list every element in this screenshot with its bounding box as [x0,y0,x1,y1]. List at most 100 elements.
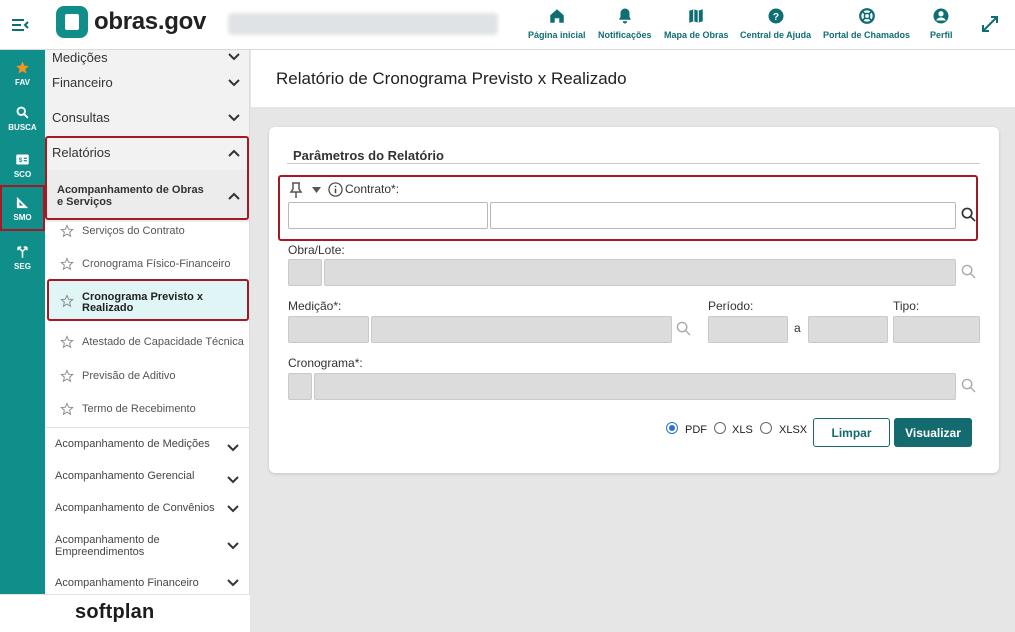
obra-lote-label: Obra/Lote: [288,243,345,257]
rail-label: SMO [13,212,32,222]
sidebar-section-financeiro[interactable]: Financeiro [45,65,249,100]
item-label: Atestado de Capacidade Técnica [82,336,244,348]
cronograma-description-input[interactable] [314,373,956,400]
view-button[interactable]: Visualizar [894,418,972,447]
cronograma-label: Cronograma*: [288,356,363,370]
logo-icon [56,6,88,38]
rail-seg[interactable]: SEG [0,236,45,278]
format-pdf-label: PDF [685,424,707,436]
help-icon: ? [768,8,784,24]
footer-brand: softplan [0,594,250,632]
chevron-down-icon [227,579,239,587]
svg-text:$: $ [19,157,23,164]
ruler-icon [16,196,29,208]
format-pdf-radio[interactable] [666,422,678,434]
card-title: Parâmetros do Relatório [293,148,444,163]
format-xls-label: XLS [732,424,753,436]
star-outline-icon[interactable] [60,257,74,271]
chevron-down-icon [228,52,240,60]
medicao-label: Medição*: [288,299,342,313]
highlight-relatorios [45,136,249,220]
star-outline-icon[interactable] [60,224,74,238]
search-icon[interactable] [676,321,691,336]
search-icon [16,106,29,118]
section-label: Medições [52,50,108,65]
rail-fav[interactable]: FAV [0,52,45,94]
section-label: Financeiro [52,75,113,90]
nav-home[interactable]: Página inicial [528,7,586,40]
module-rail: FAV BUSCA $ SCO SMO SEG [0,50,45,594]
nav-label: Portal de Chamados [823,30,911,40]
rail-smo[interactable]: SMO [0,185,45,231]
accordion-label: Acompanhamento de Medições [55,438,210,450]
lifebuoy-icon [858,8,875,24]
rail-busca[interactable]: BUSCA [0,97,45,139]
rail-label: SEG [14,261,31,271]
divider [287,163,980,164]
sidebar: Medições Financeiro Consultas Relatórios… [45,50,250,594]
expand-icon[interactable] [980,14,1000,34]
accordion-label: Acompanhamento de Convênios [55,502,215,514]
map-icon [689,9,704,23]
nav-label: Central de Ajuda [740,30,812,40]
periodo-start-input[interactable] [708,316,788,343]
search-icon[interactable] [961,264,976,279]
section-label: Consultas [52,110,110,125]
cronograma-code-input[interactable] [288,373,312,400]
medicao-description-input[interactable] [371,316,672,343]
star-icon [16,60,29,73]
softplan-logo: softplan [75,601,155,623]
item-label: Termo de Recebimento [82,403,196,415]
item-label: Serviços do Contrato [82,225,185,237]
sco-icon: $ [16,154,29,164]
app-brand: obras.gov [94,8,206,35]
rail-label: SCO [13,169,32,179]
rail-sco[interactable]: $ SCO [0,144,45,186]
user-icon [933,8,949,24]
rail-label: BUSCA [8,122,37,132]
star-outline-icon[interactable] [60,369,74,383]
accordion-label: Acompanhamento Financeiro [55,577,199,589]
home-icon [550,9,564,23]
clear-button[interactable]: Limpar [813,418,890,447]
nav-label: Perfil [930,30,953,40]
item-label: Cronograma Físico-Financeiro [82,258,231,270]
merge-icon [17,245,28,258]
search-icon[interactable] [961,378,976,393]
periodo-separator: a [794,321,801,335]
obra-code-input[interactable] [288,259,322,286]
star-outline-icon[interactable] [60,402,74,416]
highlight-active-item [47,279,249,321]
star-outline-icon[interactable] [60,335,74,349]
top-bar: obras.gov Página inicial Notificações Ma… [0,0,1015,50]
sidebar-section-consultas[interactable]: Consultas [45,100,249,135]
chevron-down-icon [227,505,239,513]
nav-help[interactable]: ? Central de Ajuda [740,7,811,40]
menu-collapse-icon[interactable] [10,15,30,35]
medicao-code-input[interactable] [288,316,369,343]
page-title: Relatório de Cronograma Previsto x Reali… [276,69,627,88]
accordion-label: Acompanhamento Gerencial [55,470,195,482]
periodo-end-input[interactable] [808,316,888,343]
report-params-card: Parâmetros do Relatório Contrato*: Obra/… [269,127,999,473]
tipo-input[interactable] [893,316,980,343]
format-xls-radio[interactable] [714,422,726,434]
chevron-down-icon [228,113,240,121]
chevron-down-icon [227,542,239,550]
format-xlsx-label: XLSX [779,424,808,436]
nav-label: Mapa de Obras [664,30,729,40]
app-logo[interactable]: obras.gov [56,6,206,38]
bell-icon [618,8,631,24]
page-header: Relatório de Cronograma Previsto x Reali… [251,50,1015,107]
nav-label: Notificações [598,30,652,40]
chevron-down-icon [227,476,239,484]
nav-support-portal[interactable]: Portal de Chamados [823,7,910,40]
divider [45,427,249,428]
accordion-label: Acompanhamento de Empreendimentos [55,534,160,558]
nav-map[interactable]: Mapa de Obras [664,7,729,40]
obra-description-input[interactable] [324,259,956,286]
chevron-down-icon [227,444,239,452]
format-xlsx-radio[interactable] [760,422,772,434]
nav-notifications[interactable]: Notificações [598,7,652,40]
nav-profile[interactable]: Perfil [930,7,953,40]
